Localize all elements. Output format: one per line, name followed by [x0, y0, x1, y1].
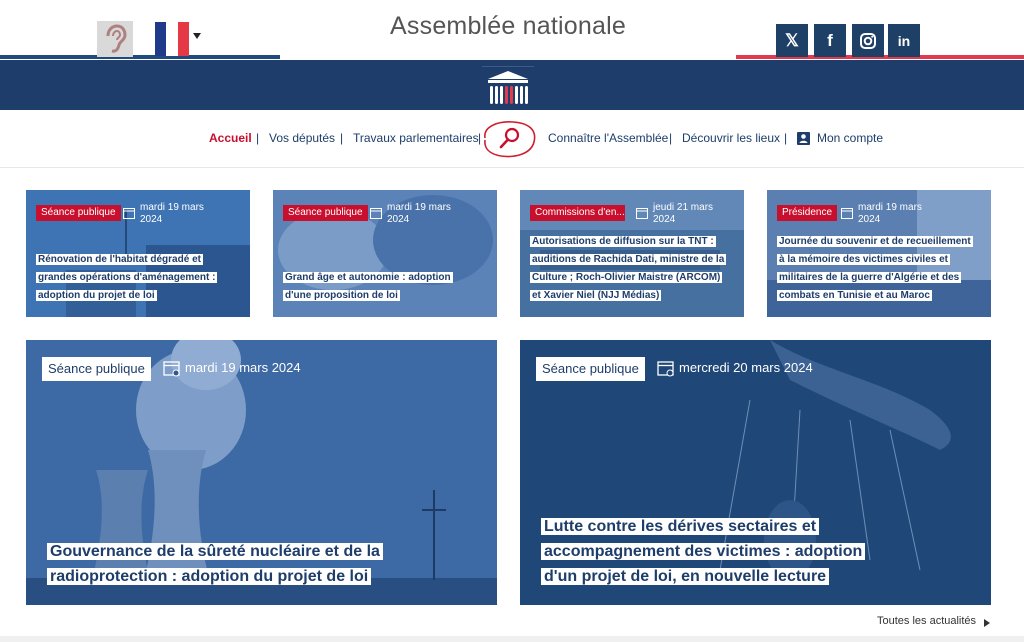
news-card[interactable]: Séance publique mardi 19 mars 2024 Grand… [273, 190, 497, 317]
all-news-link[interactable]: Toutes les actualités [877, 615, 976, 627]
calendar-icon [636, 208, 648, 219]
card-headline[interactable]: Grand âge et autonomie : adoption d'une … [283, 267, 479, 303]
nav-separator: | [784, 131, 788, 145]
site-title[interactable]: Assemblée nationale [330, 12, 686, 41]
card-headline[interactable]: Rénovation de l'habitat dégradé et grand… [36, 249, 232, 303]
card-tag[interactable]: Commissions d'en... [530, 205, 625, 221]
assembly-logo[interactable] [482, 66, 534, 111]
featured-news-card[interactable]: Séance publique mardi 19 mars 2024 Gouve… [26, 340, 497, 605]
news-card[interactable]: Séance publique mardi 19 mars 2024 Rénov… [26, 190, 250, 317]
news-card[interactable]: Commissions d'en... jeudi 21 mars 2024 A… [520, 190, 744, 317]
nav-home[interactable]: Accueil [209, 131, 252, 145]
nav-discover-places[interactable]: Découvrir les lieux [682, 131, 780, 145]
card-tag[interactable]: Séance publique [536, 357, 645, 381]
calendar-icon [370, 208, 382, 219]
card-date: mardi 19 mars 2024 [140, 202, 204, 225]
card-date: mardi 19 mars 2024 [185, 360, 301, 375]
chevron-right-icon[interactable] [983, 618, 991, 628]
nav-parliamentary-work[interactable]: Travaux parlementaires [353, 131, 479, 145]
news-card[interactable]: Présidence mardi 19 mars 2024 Journée du… [767, 190, 991, 317]
card-headline[interactable]: Journée du souvenir et de recueillement … [777, 231, 973, 303]
account-icon[interactable] [797, 132, 810, 145]
calendar-icon [841, 208, 853, 219]
facebook-icon[interactable]: f [814, 24, 846, 57]
header-rule-blue [0, 55, 280, 59]
search-icon[interactable] [477, 118, 540, 160]
nav-separator: | [669, 131, 673, 145]
card-date: mardi 19 mars 2024 [387, 202, 451, 225]
france-flag-icon[interactable] [155, 22, 189, 56]
bottom-strip [0, 636, 1024, 642]
card-tag[interactable]: Séance publique [36, 205, 121, 221]
card-tag[interactable]: Séance publique [42, 357, 151, 381]
card-tag[interactable]: Présidence [777, 205, 838, 221]
card-date: mardi 19 mars 2024 [858, 202, 922, 225]
nav-separator: | [256, 131, 260, 145]
ear-icon[interactable] [97, 21, 133, 57]
x-icon[interactable]: 𝕏 [776, 24, 808, 57]
calendar-icon [657, 361, 674, 377]
featured-news-card[interactable]: Séance publique mercredi 20 mars 2024 Lu… [520, 340, 991, 605]
card-headline[interactable]: Lutte contre les dérives sectaires et ac… [541, 514, 871, 589]
calendar-icon [163, 361, 180, 377]
nav-know-assembly[interactable]: Connaître l'Assemblée [548, 131, 668, 145]
card-headline[interactable]: Autorisations de diffusion sur la TNT : … [530, 231, 727, 303]
calendar-icon [123, 208, 135, 219]
card-date: mercredi 20 mars 2024 [679, 360, 813, 375]
card-headline[interactable]: Gouvernance de la sûreté nucléaire et de… [47, 539, 392, 589]
nav-deputies[interactable]: Vos députés [269, 131, 335, 145]
chevron-down-icon[interactable] [192, 32, 202, 40]
card-date: jeudi 21 mars 2024 [653, 202, 714, 225]
nav-account[interactable]: Mon compte [817, 131, 883, 145]
linkedin-icon[interactable]: in [888, 24, 920, 57]
nav-separator: | [340, 131, 344, 145]
card-tag[interactable]: Séance publique [283, 205, 368, 221]
instagram-icon[interactable] [852, 24, 884, 57]
